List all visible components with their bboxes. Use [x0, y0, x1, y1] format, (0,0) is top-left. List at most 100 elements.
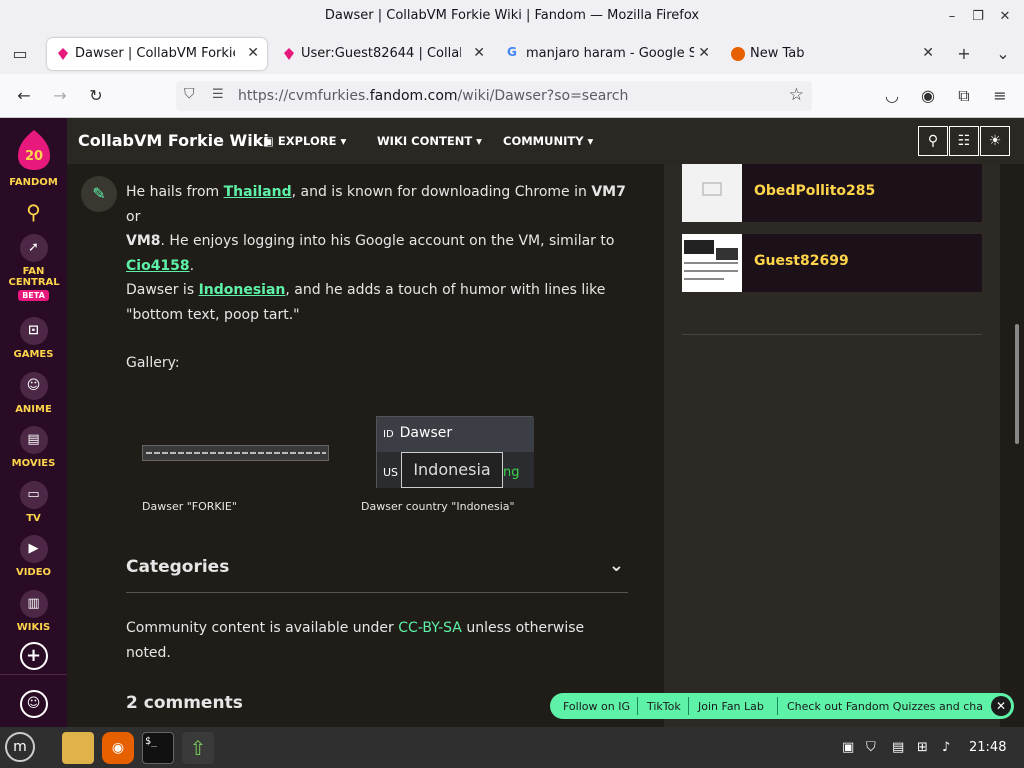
minimize-icon[interactable]: – — [943, 8, 961, 26]
explore-icon: ▣ — [263, 134, 274, 148]
tab-new-tab[interactable]: New Tab ✕ — [722, 38, 942, 70]
rail-item-movies[interactable]: ▤ MOVIES — [0, 426, 67, 469]
page-scrollbar[interactable] — [1000, 164, 1024, 727]
tab-guest82644[interactable]: User:Guest82644 | CollabVM ✕ — [273, 38, 493, 70]
close-tab-icon[interactable]: ✕ — [473, 45, 485, 61]
gamepad-icon: ⊡ — [19, 317, 48, 345]
rail-item-anime[interactable]: ☺ ANIME — [0, 372, 67, 415]
close-tab-icon[interactable]: ✕ — [247, 45, 259, 61]
tab-dawser[interactable]: Dawser | CollabVM Forkie W ✕ — [47, 38, 267, 70]
tab-overflow-icon[interactable]: ⌄ — [993, 44, 1013, 64]
close-promo-icon[interactable]: ✕ — [991, 696, 1011, 716]
mint-menu-icon[interactable]: m — [5, 732, 35, 762]
link-indonesian[interactable]: Indonesian — [199, 282, 286, 298]
wiki-header: CollabVM Forkie Wiki ▣ EXPLORE ▾ WIKI CO… — [67, 118, 1024, 164]
gallery-image-forkie[interactable] — [142, 445, 329, 461]
wiki-name[interactable]: CollabVM Forkie Wiki — [78, 131, 269, 150]
clock[interactable]: 21:48 — [969, 740, 1006, 755]
fandom-logo-icon: 20 — [17, 130, 50, 170]
article-paragraph-2: Dawser is Indonesian, and he adds a touc… — [126, 282, 606, 323]
rail-item-games[interactable]: ⊡ GAMES — [0, 317, 67, 360]
link-cc-by-sa[interactable]: CC-BY-SA — [398, 620, 462, 636]
anime-face-icon: ☺ — [19, 372, 48, 400]
google-favicon-icon: G — [507, 45, 517, 59]
navigation-bar: ← → ↻ ⛉ ☰ https://cvmfurkies.fandom.com/… — [0, 74, 1024, 118]
article-paragraph-1: He hails from Thailand, and is known for… — [126, 184, 626, 274]
card-thumbnail — [682, 234, 742, 292]
tracking-protection-icon[interactable]: ⛉ — [184, 86, 195, 102]
file-manager-icon[interactable] — [62, 732, 94, 764]
nav-wiki-content[interactable]: WIKI CONTENT ▾ — [377, 134, 482, 148]
reload-icon[interactable]: ↻ — [86, 86, 106, 106]
svg-text:20: 20 — [24, 149, 42, 164]
back-icon[interactable]: ← — [14, 86, 34, 106]
gallery-label: Gallery: — [126, 355, 180, 371]
scrollbar-thumb[interactable] — [1015, 324, 1019, 444]
promo-follow-ig[interactable]: Follow on IG — [563, 700, 630, 713]
forward-icon[interactable]: → — [50, 86, 70, 106]
rail-item-tv[interactable]: ▭ TV — [0, 481, 67, 524]
related-card[interactable]: Guest82699 — [682, 234, 982, 292]
firefox-favicon-icon — [731, 47, 745, 61]
notes-tray-icon[interactable]: ▤ — [892, 740, 904, 755]
rail-divider — [0, 674, 67, 675]
link-cio4158[interactable]: Cio4158 — [126, 258, 190, 274]
discussions-icon[interactable]: ☷ — [949, 126, 979, 156]
promo-fan-lab[interactable]: Join Fan Lab — [698, 700, 764, 713]
page-info-icon[interactable]: ☰ — [212, 87, 224, 102]
right-rail: ObedPollito285 Guest82699 — [664, 164, 1000, 727]
user-account-icon[interactable]: ☺ — [0, 690, 67, 722]
link-thailand[interactable]: Thailand — [224, 184, 292, 200]
book-icon: ▥ — [19, 590, 48, 618]
wiki-search-icon[interactable]: ⚲ — [918, 126, 948, 156]
bookmark-star-icon[interactable]: ☆ — [789, 85, 804, 105]
new-tab-icon[interactable]: + — [954, 44, 974, 64]
rail-item-wikis[interactable]: ▥ WIKIS — [0, 590, 67, 633]
fandom-global-nav: 20 FANDOM ⚲ ➚ FAN CENTRAL BETA ⊡ GAMES ☺… — [0, 118, 67, 727]
fandom-favicon-icon — [284, 48, 294, 60]
rocket-icon: ➚ — [19, 234, 48, 262]
volume-tray-icon[interactable]: ♪ — [942, 740, 950, 755]
firefox-icon[interactable]: ◉ — [102, 732, 134, 764]
search-icon[interactable]: ⚲ — [0, 200, 67, 224]
tab-list-icon[interactable]: ▭ — [10, 44, 30, 64]
close-tab-icon[interactable]: ✕ — [922, 45, 934, 61]
shield-tray-icon[interactable]: ⛉ — [866, 740, 876, 755]
article-content: ✎ He hails from Thailand, and is known f… — [67, 164, 664, 727]
tab-google[interactable]: G manjaro haram - Google Sea ✕ — [498, 38, 718, 70]
promo-divider — [688, 697, 689, 715]
maximize-icon[interactable]: ❐ — [969, 8, 987, 26]
tab-strip: ▭ Dawser | CollabVM Forkie W ✕ User:Gues… — [0, 34, 1024, 74]
nav-explore[interactable]: ▣ EXPLORE ▾ — [263, 134, 346, 148]
categories-toggle[interactable]: Categories ⌄ — [126, 555, 628, 593]
network-tray-icon[interactable]: ⊞ — [917, 740, 928, 755]
window-titlebar: Dawser | CollabVM Forkie Wiki | Fandom —… — [0, 0, 1024, 34]
clipboard-tray-icon[interactable]: ▣ — [842, 740, 854, 755]
rail-item-fan-central[interactable]: ➚ FAN CENTRAL BETA — [0, 234, 67, 301]
promo-quizzes[interactable]: Check out Fandom Quizzes and cha — [787, 700, 983, 713]
url-text[interactable]: https://cvmfurkies.fandom.com/wiki/Dawse… — [238, 88, 628, 104]
update-manager-icon[interactable]: ⇧ — [182, 732, 214, 764]
start-a-wiki-icon[interactable]: + — [0, 642, 67, 674]
url-bar[interactable]: ⛉ ☰ https://cvmfurkies.fandom.com/wiki/D… — [176, 81, 812, 111]
terminal-icon[interactable]: $_ — [142, 732, 174, 764]
rail-divider — [682, 334, 982, 335]
account-icon[interactable]: ◉ — [918, 86, 938, 106]
fandom-logo[interactable]: 20 FANDOM — [0, 128, 67, 188]
chevron-down-icon: ⌄ — [608, 555, 624, 576]
edit-pencil-icon[interactable]: ✎ — [81, 176, 117, 212]
rail-item-video[interactable]: ▶ VIDEO — [0, 535, 67, 578]
promo-divider — [637, 697, 638, 715]
comments-heading: 2 comments — [126, 693, 243, 713]
card-thumbnail — [682, 164, 742, 222]
close-window-icon[interactable]: ✕ — [996, 8, 1014, 26]
promo-tiktok[interactable]: TikTok — [647, 700, 681, 713]
gallery-image-indonesia[interactable]: ID Dawser US Indonesia ng — [376, 416, 534, 488]
extensions-icon[interactable]: ⧉ — [954, 86, 974, 106]
menu-icon[interactable]: ≡ — [990, 86, 1010, 106]
pocket-icon[interactable]: ◡ — [882, 86, 902, 106]
related-card[interactable]: ObedPollito285 — [682, 164, 982, 222]
close-tab-icon[interactable]: ✕ — [698, 45, 710, 61]
theme-toggle-icon[interactable]: ☀ — [980, 126, 1010, 156]
nav-community[interactable]: COMMUNITY ▾ — [503, 134, 593, 148]
